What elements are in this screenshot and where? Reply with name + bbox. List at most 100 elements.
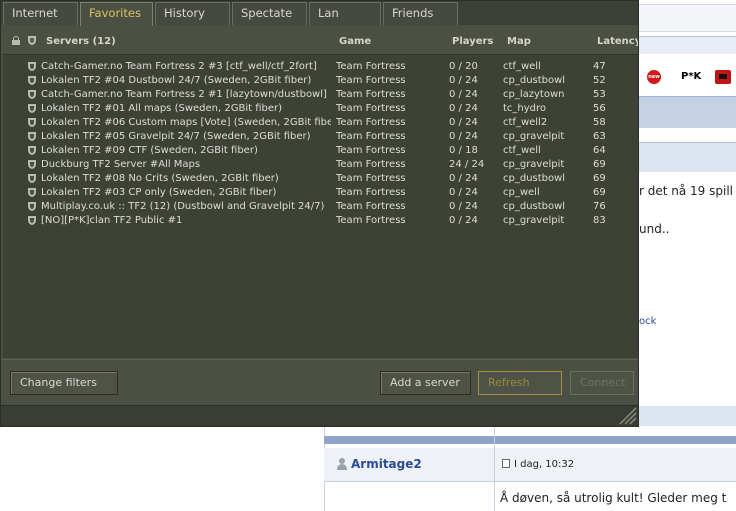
vac-shield-icon — [28, 188, 36, 197]
server-game: Team Fortress — [336, 145, 406, 156]
status-bar — [1, 405, 638, 426]
connect-button[interactable]: Connect — [570, 371, 634, 395]
server-map: cp_gravelpit — [503, 159, 565, 170]
server-row[interactable]: Lokalen TF2 #06 Custom maps [Vote] (Swed… — [3, 116, 638, 130]
column-map[interactable]: Map — [507, 36, 531, 47]
server-latency: 58 — [593, 117, 606, 128]
tab-spectate[interactable]: Spectate — [232, 2, 307, 25]
server-latency: 64 — [593, 145, 606, 156]
vac-shield-icon — [28, 76, 36, 85]
server-game: Team Fortress — [336, 173, 406, 184]
server-map: cp_dustbowl — [503, 173, 566, 184]
refresh-button[interactable]: Refresh — [478, 371, 562, 395]
server-list[interactable]: Catch-Gamer.no Team Fortress 2 #3 [ctf_w… — [3, 54, 638, 358]
post-author-link[interactable]: Armitage2 — [336, 457, 422, 471]
server-game: Team Fortress — [336, 89, 406, 100]
post-body-text: Å døven, så utrolig kult! Gleder meg t — [500, 491, 727, 505]
change-filters-button[interactable]: Change filters — [10, 371, 118, 395]
tab-lan[interactable]: Lan — [309, 2, 381, 25]
tab-history[interactable]: History — [155, 2, 230, 25]
background-text-line: r det nå 19 spill — [639, 184, 733, 198]
server-row[interactable]: Lokalen TF2 #05 Gravelpit 24/7 (Sweden, … — [3, 130, 638, 144]
server-latency: 56 — [593, 103, 606, 114]
server-name: Lokalen TF2 #08 No Crits (Sweden, 2GBit … — [41, 173, 279, 184]
server-row[interactable]: Catch-Gamer.no Team Fortress 2 #1 [lazyt… — [3, 88, 638, 102]
server-players: 0 / 24 — [449, 103, 478, 114]
column-game[interactable]: Game — [339, 36, 371, 47]
server-game: Team Fortress — [336, 103, 406, 114]
background-icon-row: new P*K — [639, 58, 736, 94]
vac-shield-icon — [28, 216, 36, 225]
tab-friends[interactable]: Friends — [383, 2, 458, 25]
server-latency: 69 — [593, 173, 606, 184]
server-players: 0 / 24 — [449, 173, 478, 184]
column-players[interactable]: Players — [452, 36, 493, 47]
server-map: cp_lazytown — [503, 89, 565, 100]
background-text-line: und.. — [639, 222, 670, 236]
server-row[interactable]: Lokalen TF2 #01 All maps (Sweden, 2GBit … — [3, 102, 638, 116]
tab-bar: Internet Favorites History Spectate Lan … — [1, 1, 638, 26]
server-latency: 69 — [593, 187, 606, 198]
server-name: Duckburg TF2 Server #All Maps — [41, 159, 201, 170]
server-players: 0 / 18 — [449, 145, 478, 156]
server-map: ctf_well — [503, 145, 541, 156]
server-game: Team Fortress — [336, 201, 406, 212]
vac-shield-icon — [28, 104, 36, 113]
vac-shield-icon — [28, 62, 36, 71]
tab-favorites[interactable]: Favorites — [80, 2, 153, 26]
server-latency: 69 — [593, 159, 606, 170]
resize-grip-icon[interactable] — [619, 407, 637, 425]
server-row[interactable]: Catch-Gamer.no Team Fortress 2 #3 [ctf_w… — [3, 60, 638, 74]
server-latency: 52 — [593, 75, 606, 86]
server-players: 0 / 24 — [449, 117, 478, 128]
document-icon — [502, 459, 510, 468]
column-servers[interactable]: Servers (12) — [46, 36, 116, 47]
server-name: Lokalen TF2 #01 All maps (Sweden, 2GBit … — [41, 103, 283, 114]
tv-icon[interactable] — [715, 70, 731, 84]
server-map: ctf_well — [503, 61, 541, 72]
server-name: Lokalen TF2 #05 Gravelpit 24/7 (Sweden, … — [41, 131, 311, 142]
server-list-header: Servers (12) Game Players Map Latency — [3, 31, 638, 53]
server-row[interactable]: Lokalen TF2 #04 Dustbowl 24/7 (Sweden, 2… — [3, 74, 638, 88]
server-game: Team Fortress — [336, 215, 406, 226]
server-map: tc_hydro — [503, 103, 547, 114]
vac-shield-icon[interactable] — [28, 36, 36, 45]
server-browser-window: Internet Favorites History Spectate Lan … — [0, 0, 639, 427]
server-row[interactable]: Multiplay.co.uk :: TF2 (12) (Dustbowl an… — [3, 200, 638, 214]
server-row[interactable]: Duckburg TF2 Server #All Maps Team Fortre… — [3, 158, 638, 172]
server-name: Catch-Gamer.no Team Fortress 2 #3 [ctf_w… — [41, 61, 317, 72]
add-server-button[interactable]: Add a server — [380, 371, 471, 395]
vac-shield-icon — [28, 146, 36, 155]
footer-toolbar: Change filters Add a server Refresh Conn… — [1, 359, 638, 405]
server-players: 0 / 24 — [449, 75, 478, 86]
server-game: Team Fortress — [336, 75, 406, 86]
server-players: 0 / 24 — [449, 131, 478, 142]
server-latency: 63 — [593, 131, 606, 142]
vac-shield-icon — [28, 90, 36, 99]
server-name: Lokalen TF2 #06 Custom maps [Vote] (Swed… — [41, 117, 331, 128]
column-latency[interactable]: Latency — [597, 36, 638, 47]
server-players: 0 / 20 — [449, 61, 478, 72]
server-row[interactable]: Lokalen TF2 #09 CTF (Sweden, 2GBit fiber… — [3, 144, 638, 158]
server-row[interactable]: Lokalen TF2 #03 CP only (Sweden, 2GBit f… — [3, 186, 638, 200]
password-lock-icon[interactable] — [12, 36, 20, 45]
server-game: Team Fortress — [336, 61, 406, 72]
server-players: 24 / 24 — [449, 159, 485, 170]
server-row[interactable]: Lokalen TF2 #08 No Crits (Sweden, 2GBit … — [3, 172, 638, 186]
background-link[interactable]: ock — [639, 316, 656, 327]
server-players: 0 / 24 — [449, 187, 478, 198]
server-map: cp_well — [503, 187, 540, 198]
background-header-band — [639, 4, 736, 32]
server-game: Team Fortress — [336, 159, 406, 170]
server-map: cp_gravelpit — [503, 215, 565, 226]
vac-shield-icon — [28, 160, 36, 169]
pk-logo-icon[interactable]: P*K — [681, 70, 701, 84]
server-latency: 53 — [593, 89, 606, 100]
tab-internet[interactable]: Internet — [3, 2, 78, 25]
server-name: Multiplay.co.uk :: TF2 (12) (Dustbowl an… — [41, 201, 325, 212]
post-date: I dag, 10:32 — [502, 459, 574, 470]
vac-shield-icon — [28, 132, 36, 141]
server-row[interactable]: [NO][P*K]clan TF2 Public #1 Team Fortress… — [3, 214, 638, 228]
vac-shield-icon — [28, 202, 36, 211]
red-circle-icon[interactable]: new — [647, 70, 661, 84]
